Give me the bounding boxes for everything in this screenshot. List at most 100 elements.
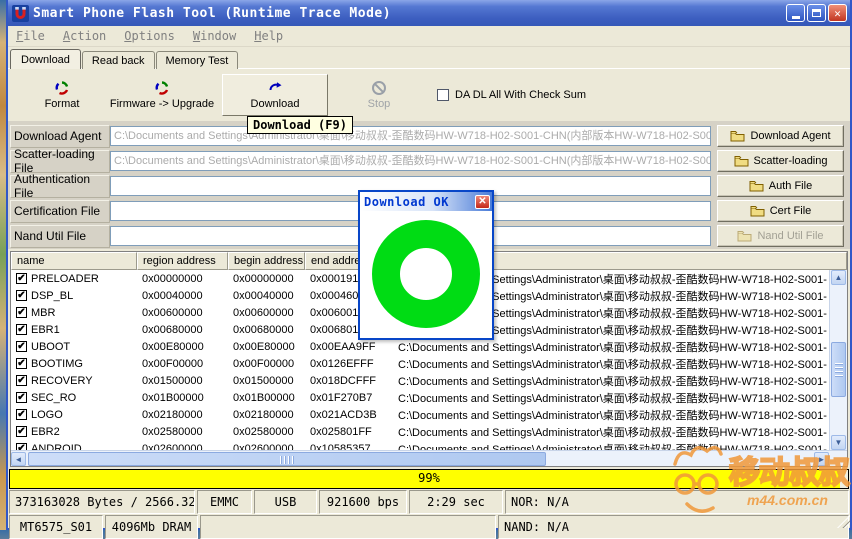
menu-window[interactable]: Window bbox=[193, 29, 236, 43]
begin-address: 0x02600000 bbox=[228, 443, 305, 451]
dialog-title: Download OK bbox=[364, 195, 475, 209]
maximize-button[interactable] bbox=[807, 4, 826, 22]
end-address: 0x018DCFFF bbox=[305, 375, 393, 387]
region-address: 0x00000000 bbox=[137, 273, 228, 285]
scatter-file-row: Scatter-loading File C:\Documents and Se… bbox=[10, 149, 850, 173]
table-row[interactable]: ✔ EBR2 0x02580000 0x02580000 0x025801FF … bbox=[11, 423, 829, 440]
file-location: C:\Documents and Settings\Administrator\… bbox=[393, 356, 829, 372]
download-button[interactable]: Download bbox=[222, 74, 328, 116]
window-title: Smart Phone Flash Tool (Runtime Trace Mo… bbox=[33, 6, 786, 21]
row-checkbox[interactable]: ✔ bbox=[16, 307, 27, 318]
status-flash-type: EMMC bbox=[197, 490, 252, 514]
row-checkbox[interactable]: ✔ bbox=[16, 358, 27, 369]
scatter-file-label: Scatter-loading File bbox=[10, 150, 110, 173]
table-row[interactable]: ✔ ANDROID 0x02600000 0x02600000 0x105853… bbox=[11, 440, 829, 450]
end-address: 0x10585357 bbox=[305, 443, 393, 451]
row-checkbox[interactable]: ✔ bbox=[16, 392, 27, 403]
menu-bar: File Action Options Window Help bbox=[8, 26, 850, 47]
end-address: 0x0126EFFF bbox=[305, 358, 393, 370]
nand-util-browse-label: Nand Util File bbox=[757, 230, 823, 242]
minimize-button[interactable] bbox=[786, 4, 805, 22]
begin-address: 0x00F00000 bbox=[228, 358, 305, 370]
partition-name: UBOOT bbox=[31, 341, 70, 353]
row-checkbox[interactable]: ✔ bbox=[16, 324, 27, 335]
tab-read-back[interactable]: Read back bbox=[82, 51, 155, 69]
column-header-begin[interactable]: begin address bbox=[228, 252, 305, 270]
folder-icon bbox=[737, 230, 752, 242]
scatter-browse-label: Scatter-loading bbox=[754, 155, 828, 167]
partition-name: RECOVERY bbox=[31, 375, 93, 387]
row-checkbox[interactable]: ✔ bbox=[16, 273, 27, 284]
close-button[interactable]: ✕ bbox=[828, 4, 847, 22]
vertical-scroll-thumb[interactable] bbox=[831, 342, 846, 397]
region-address: 0x00040000 bbox=[137, 290, 228, 302]
row-checkbox[interactable]: ✔ bbox=[16, 290, 27, 301]
close-icon: ✕ bbox=[478, 196, 486, 207]
table-row[interactable]: ✔ UBOOT 0x00E80000 0x00E80000 0x00EAA9FF… bbox=[11, 338, 829, 355]
scroll-up-icon[interactable]: ▲ bbox=[831, 270, 846, 285]
nand-util-label: Nand Util File bbox=[10, 225, 110, 248]
firmware-upgrade-label: Firmware -> Upgrade bbox=[110, 98, 214, 110]
status-nand: NAND: N/A bbox=[498, 515, 849, 539]
minimize-icon bbox=[792, 16, 800, 19]
horizontal-scrollbar[interactable]: ◄ ► bbox=[11, 450, 847, 467]
file-location: C:\Documents and Settings\Administrator\… bbox=[393, 424, 829, 440]
download-agent-browse-button[interactable]: Download Agent bbox=[717, 125, 844, 147]
dialog-title-bar[interactable]: Download OK ✕ bbox=[360, 192, 492, 211]
partition-name: PRELOADER bbox=[31, 273, 99, 285]
menu-options[interactable]: Options bbox=[124, 29, 175, 43]
da-dl-checkbox[interactable] bbox=[437, 89, 449, 101]
partition-name: BOOTIMG bbox=[31, 358, 83, 370]
status-bytes-speed: 373163028 Bytes / 2566.32 KBps bbox=[9, 490, 195, 514]
download-label: Download bbox=[251, 98, 300, 110]
row-checkbox[interactable]: ✔ bbox=[16, 443, 27, 450]
folder-icon bbox=[749, 180, 764, 192]
download-agent-row: Download Agent C:\Documents and Settings… bbox=[10, 124, 850, 148]
begin-address: 0x01B00000 bbox=[228, 392, 305, 404]
file-location: C:\Documents and Settings\Administrator\… bbox=[393, 390, 829, 406]
row-checkbox[interactable]: ✔ bbox=[16, 375, 27, 386]
download-agent-input[interactable]: C:\Documents and Settings\Administrator\… bbox=[110, 126, 711, 146]
table-row[interactable]: ✔ SEC_RO 0x01B00000 0x01B00000 0x01F270B… bbox=[11, 389, 829, 406]
column-header-name[interactable]: name bbox=[11, 252, 137, 270]
partition-name: EBR1 bbox=[31, 324, 60, 336]
title-bar[interactable]: Smart Phone Flash Tool (Runtime Trace Mo… bbox=[8, 0, 850, 26]
column-header-region[interactable]: region address bbox=[137, 252, 228, 270]
tab-memory-test[interactable]: Memory Test bbox=[156, 51, 239, 69]
scroll-left-icon[interactable]: ◄ bbox=[11, 452, 26, 466]
menu-file[interactable]: File bbox=[16, 29, 45, 43]
table-row[interactable]: ✔ RECOVERY 0x01500000 0x01500000 0x018DC… bbox=[11, 372, 829, 389]
row-checkbox[interactable]: ✔ bbox=[16, 409, 27, 420]
success-ring-icon bbox=[372, 220, 480, 328]
scatter-file-input[interactable]: C:\Documents and Settings\Administrator\… bbox=[110, 151, 711, 171]
scroll-down-icon[interactable]: ▼ bbox=[831, 435, 846, 450]
scroll-right-icon[interactable]: ► bbox=[814, 452, 829, 466]
row-checkbox[interactable]: ✔ bbox=[16, 426, 27, 437]
region-address: 0x00E80000 bbox=[137, 341, 228, 353]
da-dl-checksum-option[interactable]: DA DL All With Check Sum bbox=[437, 89, 586, 101]
cert-file-label: Certification File bbox=[10, 200, 110, 223]
begin-address: 0x00600000 bbox=[228, 307, 305, 319]
auth-file-browse-button[interactable]: Auth File bbox=[717, 175, 844, 197]
firmware-upgrade-button[interactable]: Firmware -> Upgrade bbox=[103, 80, 221, 110]
vertical-scrollbar[interactable]: ▲ ▼ bbox=[829, 270, 847, 450]
status-empty-cell bbox=[200, 515, 496, 539]
scatter-browse-button[interactable]: Scatter-loading bbox=[717, 150, 844, 172]
table-row[interactable]: ✔ BOOTIMG 0x00F00000 0x00F00000 0x0126EF… bbox=[11, 355, 829, 372]
row-checkbox[interactable]: ✔ bbox=[16, 341, 27, 352]
dialog-close-button[interactable]: ✕ bbox=[475, 195, 490, 209]
cert-file-browse-button[interactable]: Cert File bbox=[717, 200, 844, 222]
menu-action[interactable]: Action bbox=[63, 29, 106, 43]
region-address: 0x00600000 bbox=[137, 307, 228, 319]
end-address: 0x00EAA9FF bbox=[305, 341, 393, 353]
horizontal-scroll-thumb[interactable] bbox=[28, 452, 546, 466]
menu-help[interactable]: Help bbox=[254, 29, 283, 43]
file-location: C:\Documents and Settings\Administrator\… bbox=[393, 441, 829, 451]
download-agent-browse-label: Download Agent bbox=[750, 130, 830, 142]
status-baud-rate: 921600 bps bbox=[319, 490, 407, 514]
partition-name: ANDROID bbox=[31, 443, 82, 451]
format-button[interactable]: Format bbox=[27, 80, 97, 110]
stop-icon bbox=[371, 80, 387, 96]
table-row[interactable]: ✔ LOGO 0x02180000 0x02180000 0x021ACD3B … bbox=[11, 406, 829, 423]
tab-download[interactable]: Download bbox=[10, 49, 81, 69]
